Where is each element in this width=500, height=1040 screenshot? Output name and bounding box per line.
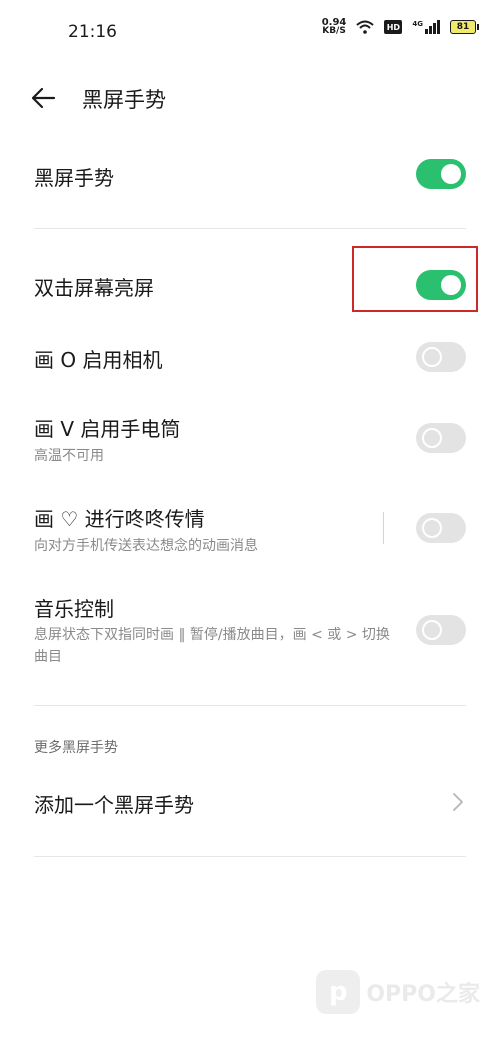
divider [34,705,466,706]
vertical-separator [383,512,384,544]
net-speed: 0.94 KB/S [322,18,347,36]
app-header: 黑屏手势 [0,70,500,126]
back-arrow-icon[interactable] [30,86,56,110]
watermark-text: OPPO之家 [366,982,480,1007]
signal-icon: 4G [412,20,440,34]
page-title: 黑屏手势 [82,88,166,112]
toggle-switch-off[interactable] [416,615,466,645]
setting-row-draw-heart-message[interactable]: 画 ♡ 进行咚咚传情 向对方手机传送表达想念的动画消息 [0,500,500,560]
setting-subtitle: 向对方手机传送表达想念的动画消息 [34,538,258,554]
setting-subtitle: 息屏状态下双指同时画 ‖ 暂停/播放曲目，画 < 或 > 切换曲目 [34,627,390,665]
toggle-switch-off[interactable] [416,423,466,453]
setting-row-draw-v-flashlight[interactable]: 画 V 启用手电筒 高温不可用 [0,410,500,470]
setting-row-music-control[interactable]: 音乐控制 息屏状态下双指同时画 ‖ 暂停/播放曲目，画 < 或 > 切换曲目 [0,590,500,680]
chevron-right-icon [453,793,463,811]
toggle-switch-off[interactable] [416,342,466,372]
add-gesture-item[interactable]: 添加一个黑屏手势 [0,778,500,828]
status-bar: 21:16 0.94 KB/S HD 4G 81 [0,0,500,64]
setting-title: 画 V 启用手电筒 [34,417,181,441]
setting-title: 画 O 启用相机 [34,348,163,372]
toggle-switch-on[interactable] [416,159,466,189]
watermark-logo-icon: p [316,970,361,1014]
add-gesture-label: 添加一个黑屏手势 [34,793,194,817]
status-icons: 0.94 KB/S HD 4G 81 [322,18,479,36]
setting-subtitle: 高温不可用 [34,448,104,464]
setting-row-draw-o-camera[interactable]: 画 O 启用相机 [0,332,500,382]
setting-title: 双击屏幕亮屏 [34,276,154,300]
setting-title: 画 ♡ 进行咚咚传情 [34,507,205,531]
setting-row-gesture-master[interactable]: 黑屏手势 [0,150,500,200]
net-speed-unit: KB/S [322,26,346,36]
divider [34,228,466,229]
toggle-switch-off[interactable] [416,513,466,543]
hd-icon: HD [384,20,403,34]
watermark: p OPPO之家 [316,970,480,1014]
wifi-icon [356,20,375,34]
setting-title: 黑屏手势 [34,166,114,190]
setting-title: 音乐控制 [34,597,114,621]
highlight-box [352,246,478,312]
status-time: 21:16 [68,22,117,42]
section-label-more-gestures: 更多黑屏手势 [34,740,118,756]
network-type: 4G [412,20,423,28]
divider [34,856,466,857]
battery-icon: 81 [450,20,479,34]
